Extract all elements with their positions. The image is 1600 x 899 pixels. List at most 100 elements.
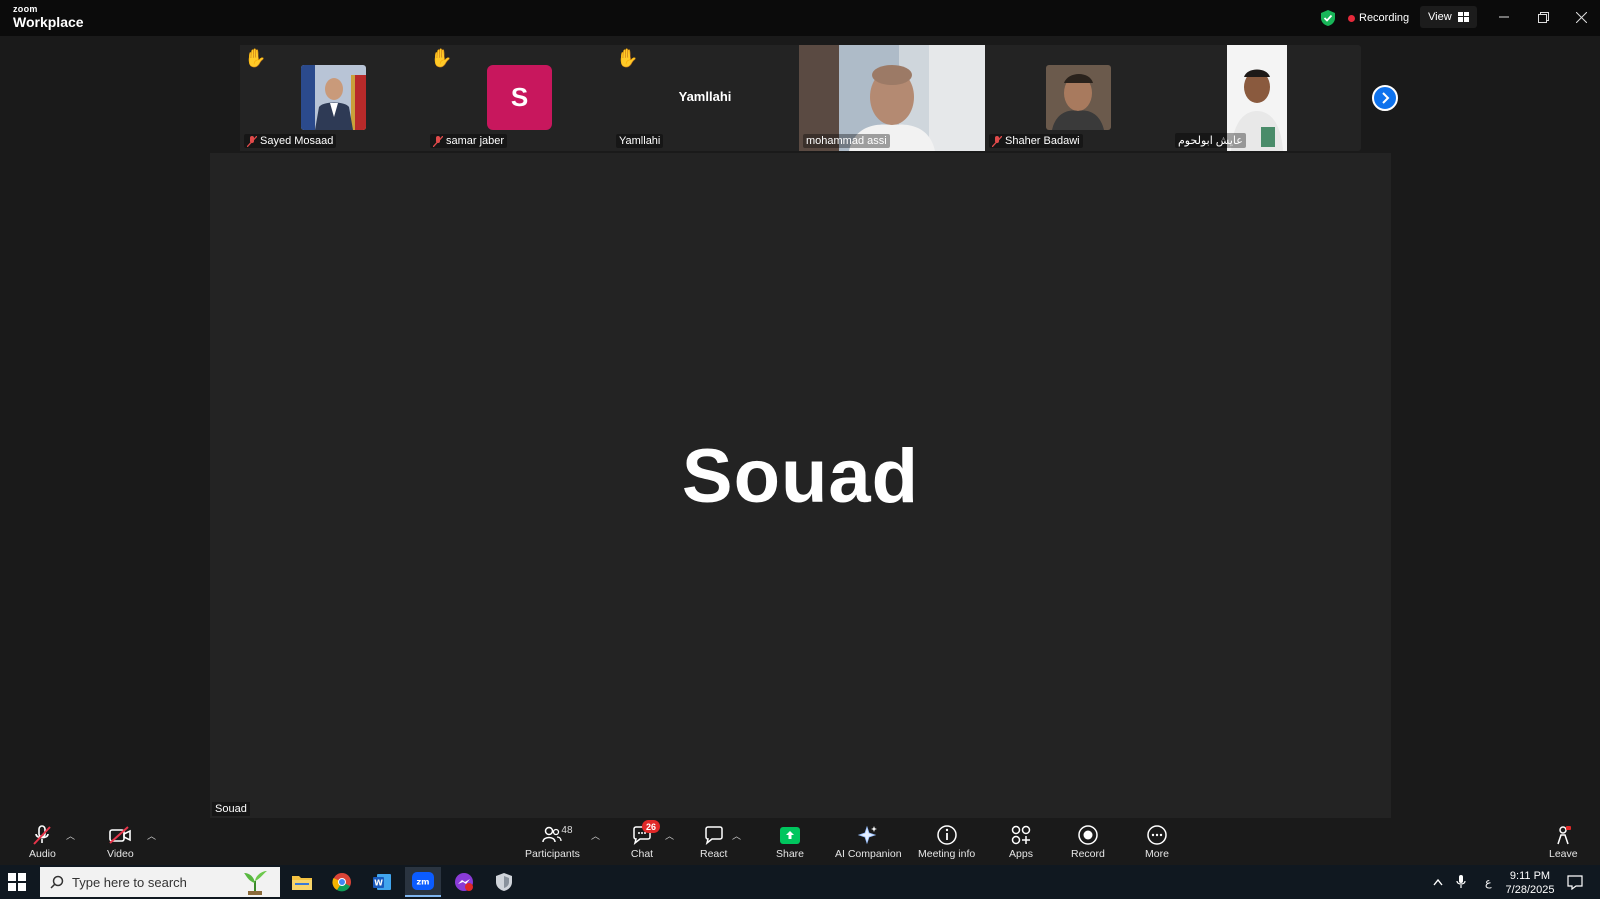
ai-companion-label: AI Companion xyxy=(835,848,902,860)
participant-name: mohammad assi xyxy=(806,135,887,147)
apps-label: Apps xyxy=(1009,848,1033,860)
muted-mic-icon xyxy=(247,135,257,147)
participant-tile[interactable]: ✋ Sayed Mosaad xyxy=(240,45,426,151)
view-label: View xyxy=(1428,11,1452,23)
participant-name-label: mohammad assi xyxy=(803,134,890,148)
search-icon xyxy=(50,875,64,889)
share-screen-icon xyxy=(780,826,801,844)
close-button[interactable] xyxy=(1566,4,1596,30)
audio-label: Audio xyxy=(29,848,56,860)
participant-name-label: samar jaber xyxy=(430,134,508,148)
notifications-button[interactable] xyxy=(1567,865,1583,899)
participants-icon xyxy=(542,826,563,843)
active-speaker-display-name: Souad xyxy=(681,434,920,519)
participant-tile[interactable]: ✋ S samar jaber xyxy=(426,45,612,151)
view-button[interactable]: View xyxy=(1420,6,1477,28)
meeting-info-button[interactable]: Meeting info xyxy=(918,823,975,863)
chevron-right-icon xyxy=(1382,92,1390,104)
raised-hand-icon: ✋ xyxy=(244,48,267,68)
microphone-icon xyxy=(1456,875,1466,888)
next-page-button[interactable] xyxy=(1372,85,1398,111)
messenger-icon xyxy=(455,873,473,891)
record-button[interactable]: Record xyxy=(1071,823,1105,863)
participants-count: 48 xyxy=(561,825,573,836)
leave-button[interactable]: Leave xyxy=(1549,823,1578,863)
share-button[interactable]: Share xyxy=(776,823,804,863)
record-icon xyxy=(1078,825,1098,845)
taskbar-search-box[interactable]: Type here to search xyxy=(40,867,280,897)
zoom-app[interactable]: zm xyxy=(405,867,441,897)
participant-name: Sayed Mosaad xyxy=(260,135,334,147)
show-hidden-icons-button[interactable] xyxy=(1433,865,1443,899)
apps-button[interactable]: Apps xyxy=(1008,823,1034,863)
participants-label: Participants xyxy=(525,848,580,860)
chat-label: Chat xyxy=(630,848,654,860)
chat-button[interactable]: 26 Chat xyxy=(629,820,660,863)
recording-indicator[interactable]: Recording xyxy=(1348,9,1409,27)
close-icon xyxy=(1575,11,1587,23)
chrome-app[interactable] xyxy=(324,867,360,897)
video-options-caret-icon[interactable]: ︿ xyxy=(147,829,157,841)
muted-mic-icon xyxy=(433,135,443,147)
security-shield-icon[interactable] xyxy=(1320,9,1336,27)
word-app[interactable]: W xyxy=(364,867,400,897)
participant-tile[interactable]: عايش ابولحوم xyxy=(1171,45,1357,151)
more-dots-icon xyxy=(1147,825,1167,845)
logo-big-text: Workplace xyxy=(13,14,84,30)
chrome-icon xyxy=(332,873,351,892)
chat-options-caret-icon[interactable]: ︿ xyxy=(665,829,675,841)
title-bar: zoom Workplace Recording View xyxy=(0,0,1600,36)
taskbar-clock[interactable]: 9:11 PM 7/28/2025 xyxy=(1500,869,1560,897)
messenger-app[interactable] xyxy=(446,867,482,897)
participants-button[interactable]: 48 Participants xyxy=(525,823,580,863)
react-options-caret-icon[interactable]: ︿ xyxy=(732,829,742,841)
restore-button[interactable] xyxy=(1528,4,1558,30)
microphone-tray-icon[interactable] xyxy=(1456,865,1466,899)
notification-icon xyxy=(1567,874,1583,890)
minimize-icon xyxy=(1499,16,1509,18)
react-button[interactable]: React xyxy=(700,823,727,863)
file-explorer-app[interactable] xyxy=(284,867,320,897)
participants-options-caret-icon[interactable]: ︿ xyxy=(591,829,601,841)
zoom-icon: zm xyxy=(412,872,434,890)
participant-photo xyxy=(1046,65,1111,130)
windows-taskbar: Type here to search W zm ع 9:11 PM 7/28/… xyxy=(0,865,1600,899)
video-off-icon xyxy=(109,826,132,844)
meeting-toolbar: Audio ︿ Video ︿ 48 Participants ︿ 26 Cha… xyxy=(0,819,1600,865)
raised-hand-icon: ✋ xyxy=(616,48,639,68)
participant-tile[interactable]: ✋ Yamllahi Yamllahi xyxy=(612,45,798,151)
recording-dot-icon xyxy=(1348,14,1355,22)
participant-name-label: Shaher Badawi xyxy=(989,134,1083,148)
ai-companion-button[interactable]: AI Companion xyxy=(835,823,902,863)
share-label: Share xyxy=(776,848,805,860)
clock-date: 7/28/2025 xyxy=(1505,884,1555,896)
participant-tile[interactable]: Shaher Badawi xyxy=(985,45,1171,151)
participant-video-tile[interactable]: mohammad assi xyxy=(799,45,985,151)
plant-search-highlight-icon xyxy=(244,871,267,895)
record-label: Record xyxy=(1071,848,1105,860)
audio-button[interactable]: Audio xyxy=(29,823,56,863)
svg-text:zm: zm xyxy=(417,878,430,887)
participant-name-label: عايش ابولحوم xyxy=(1175,133,1246,148)
leave-icon xyxy=(1557,826,1572,845)
chat-unread-badge: 26 xyxy=(642,820,660,833)
participant-name: Yamllahi xyxy=(619,135,661,147)
minimize-button[interactable] xyxy=(1489,4,1519,30)
more-button[interactable]: More xyxy=(1144,823,1170,863)
active-speaker-view[interactable]: Souad Souad xyxy=(210,153,1391,818)
word-icon: W xyxy=(373,874,391,890)
video-label: Video xyxy=(107,848,134,860)
input-language-indicator[interactable]: ع xyxy=(1485,865,1492,899)
ai-sparkle-icon xyxy=(858,825,878,845)
clock-time: 9:11 PM xyxy=(1509,870,1551,882)
windows-start-icon[interactable] xyxy=(8,873,26,891)
shield-app[interactable] xyxy=(486,867,522,897)
participant-initial-avatar: S xyxy=(487,65,552,130)
search-placeholder: Type here to search xyxy=(72,874,187,890)
zoom-workplace-logo: zoom Workplace xyxy=(13,5,84,30)
leave-label: Leave xyxy=(1549,848,1578,860)
audio-options-caret-icon[interactable]: ︿ xyxy=(66,829,76,841)
participant-name: Shaher Badawi xyxy=(1005,135,1080,147)
video-button[interactable]: Video xyxy=(107,823,134,863)
chevron-up-icon xyxy=(1433,878,1443,886)
